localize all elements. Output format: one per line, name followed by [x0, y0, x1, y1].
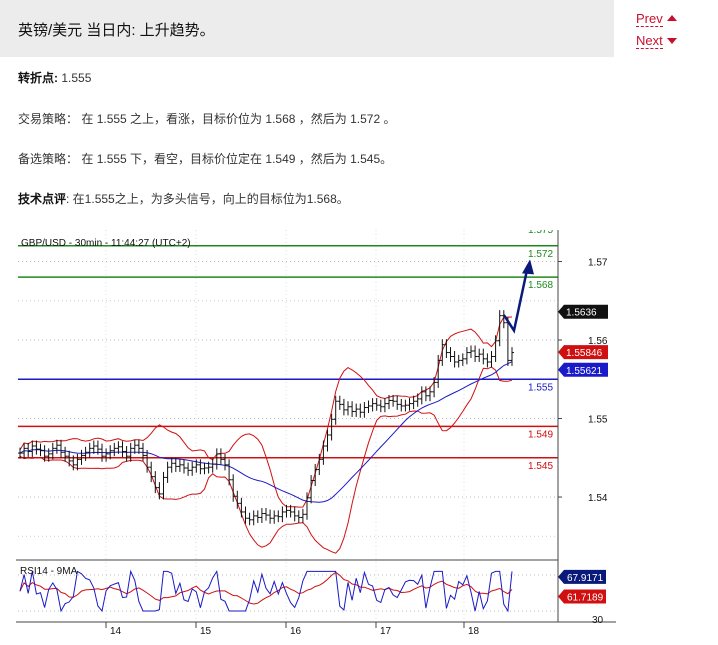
pivot-value: 1.555	[61, 71, 92, 85]
level-label: 1.575	[528, 230, 553, 236]
prev-arrow-icon[interactable]	[667, 15, 677, 21]
prev-link[interactable]: Prev	[636, 12, 663, 27]
alternative-line: 备选策略： 在 1.555 下，看空，目标价位定在 1.549 ，然后为 1.5…	[18, 150, 392, 167]
strategy-line: 交易策略： 在 1.555 之上，看涨，目标价位为 1.568 ，然后为 1.5…	[18, 110, 395, 127]
pivot-line: 转折点: 1.555	[18, 69, 91, 86]
rsi-label: RSI14 - 9MA	[20, 566, 78, 577]
rsi-line	[19, 569, 513, 613]
level-label: 1.568	[528, 280, 553, 291]
y-tick-label: 1.57	[588, 257, 608, 268]
y-tick-label: 1.55	[588, 415, 608, 426]
x-tick-label: 15	[200, 626, 212, 637]
pivot-label: 转折点:	[18, 71, 58, 85]
next-link[interactable]: Next	[636, 34, 663, 49]
level-label: 1.549	[528, 429, 553, 440]
projection-arrow-head	[522, 259, 534, 275]
x-tick-label: 18	[468, 626, 480, 637]
time-axis: 14 15 16 17 18	[105, 622, 480, 637]
lower-band	[19, 366, 513, 554]
comment-line: 技术点评: 在1.555之上，为多头信号，向上的目标位为1.568。	[18, 190, 349, 207]
chart-title: GBP/USD - 30min - 11:44:27 (UTC+2)	[21, 238, 191, 249]
level-label: 1.572	[528, 249, 553, 260]
rsi-tag-label: 67.9171	[567, 573, 604, 584]
level-lines: 1.575 1.572 1.568 1.555 1.549 1.545	[18, 221, 558, 472]
rsi-level-label: 30	[592, 615, 604, 626]
rsi-ma-tag-label: 61.7189	[567, 592, 604, 603]
price-tag-label: 1.55621	[566, 366, 603, 377]
page-title: 英镑/美元 当日内: 上升趋势。	[18, 22, 215, 39]
price-tag-label: 1.5636	[566, 308, 597, 319]
strategy-text: 在 1.555 之上，看涨，目标价位为 1.568 ，然后为 1.572 。	[81, 112, 396, 126]
level-label: 1.545	[528, 461, 553, 472]
y-tick-label: 1.54	[588, 493, 608, 504]
price-chart: 1.575 1.572 1.568 1.555 1.549 1.545 1.57 1.56 1…	[16, 221, 616, 640]
x-tick-label: 14	[110, 626, 122, 637]
header-bar: 英镑/美元 当日内: 上升趋势。	[0, 0, 614, 57]
level-label: 1.555	[528, 382, 553, 393]
strategy-label: 交易策略：	[18, 112, 79, 126]
comment-text: : 在1.555之上，为多头信号，向上的目标位为1.568。	[66, 192, 349, 206]
upper-band	[19, 316, 513, 508]
price-tag-label: 1.55846	[566, 348, 603, 359]
comment-label: 技术点评	[18, 192, 67, 206]
x-tick-label: 17	[380, 626, 392, 637]
alternative-text: 在 1.555 下，看空，目标价位定在 1.549 ，然后为 1.545。	[81, 152, 393, 166]
next-arrow-icon[interactable]	[667, 38, 677, 44]
x-tick-label: 16	[290, 626, 302, 637]
chart-svg: 1.5751.5721.5681.5551.5491.545 1.571.561…	[16, 221, 616, 637]
price-bars	[18, 259, 534, 526]
alternative-label: 备选策略：	[18, 152, 79, 166]
projection-arrow	[502, 265, 530, 334]
